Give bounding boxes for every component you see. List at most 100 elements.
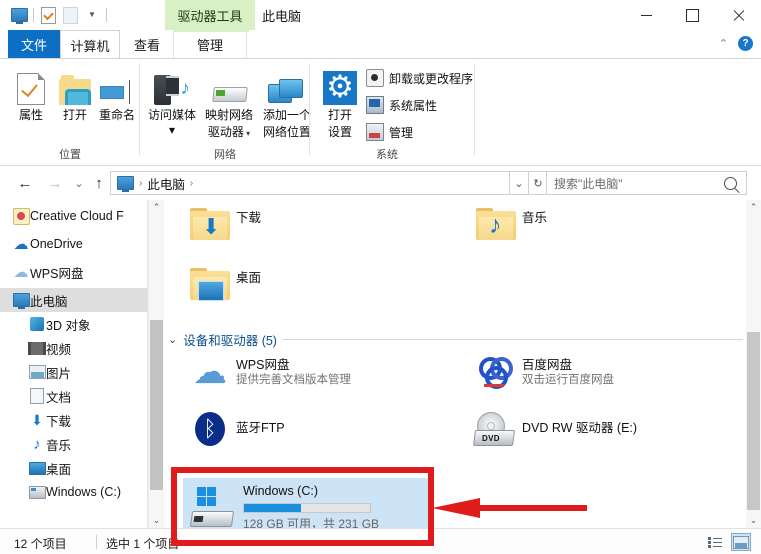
- sidebar-item-pictures[interactable]: 图片: [0, 360, 148, 384]
- scroll-up-icon[interactable]: ⌃: [746, 200, 761, 215]
- scroll-up-icon[interactable]: ⌃: [149, 200, 164, 215]
- file-list-scrollbar[interactable]: ⌃ ⌄: [746, 200, 761, 528]
- ribbon-button-properties[interactable]: 属性: [8, 65, 54, 122]
- chevron-down-icon[interactable]: ▾: [244, 129, 250, 138]
- breadcrumb[interactable]: › 此电脑 ›: [110, 171, 510, 195]
- search-placeholder: 搜索"此电脑": [554, 176, 623, 191]
- list-item[interactable]: 百度网盘 双击运行百度网盘: [470, 355, 614, 389]
- close-button[interactable]: [715, 0, 761, 30]
- item-subtitle: 提供完善文档版本管理: [236, 374, 351, 386]
- pictures-icon: [28, 365, 46, 379]
- this-pc-icon: [12, 293, 30, 309]
- tab-computer[interactable]: 计算机: [60, 30, 120, 59]
- maximize-button[interactable]: [669, 0, 715, 30]
- ribbon: 属性 打开 重命名 位置 ♪ 访问媒体 ▾ 映射网络 驱动器 ▾ 添加一个 网络…: [0, 59, 761, 166]
- sidebar-item-documents[interactable]: 文档: [0, 384, 148, 408]
- search-icon[interactable]: [724, 176, 737, 190]
- chevron-down-icon[interactable]: ▾: [144, 124, 200, 136]
- drive-capacity-bar: [243, 502, 371, 513]
- sidebar-item-creative-cloud[interactable]: Creative Cloud F: [0, 204, 148, 228]
- new-folder-icon[interactable]: [59, 4, 81, 26]
- customize-caret-icon[interactable]: ▼: [81, 4, 103, 26]
- properties-icon[interactable]: [37, 4, 59, 26]
- properties-icon: [8, 65, 54, 105]
- minimize-button[interactable]: [623, 0, 669, 30]
- tab-file[interactable]: 文件: [8, 30, 60, 59]
- divider: [282, 339, 743, 340]
- item-name: Windows (C:): [243, 483, 319, 498]
- music-icon: ♪: [33, 435, 41, 453]
- list-item[interactable]: DVD DVD RW 驱动器 (E:): [464, 412, 637, 446]
- ribbon-group-system: 打开 设置 卸载或更改程序 系统属性 管理 系统: [310, 59, 475, 165]
- sidebar-item-windows-c[interactable]: Windows (C:): [0, 480, 148, 504]
- sidebar-item-music[interactable]: ♪ 音乐: [0, 432, 148, 456]
- list-item[interactable]: ⬇ 下载: [184, 208, 261, 240]
- up-button[interactable]: ↑: [88, 172, 110, 194]
- wps-cloud-icon: ☁: [193, 353, 227, 391]
- baidu-netdisk-icon: [470, 355, 522, 389]
- scrollbar-thumb[interactable]: [747, 332, 760, 510]
- sidebar-item-desktop[interactable]: 桌面: [0, 456, 148, 480]
- ribbon-group-network: ♪ 访问媒体 ▾ 映射网络 驱动器 ▾ 添加一个 网络位置 网络: [140, 59, 311, 165]
- videos-icon: [28, 341, 46, 355]
- ribbon-group-location: 属性 打开 重命名 位置: [0, 59, 140, 165]
- scroll-down-icon[interactable]: ⌄: [149, 513, 164, 528]
- search-input[interactable]: 搜索"此电脑": [546, 171, 747, 195]
- ribbon-button-add-network-location[interactable]: 添加一个 网络位置: [258, 65, 316, 139]
- this-pc-icon: [117, 176, 134, 192]
- access-media-icon: ♪: [144, 65, 200, 105]
- forward-button[interactable]: →: [44, 172, 66, 194]
- address-bar-controls: ⌄ ↻: [510, 171, 548, 195]
- scrollbar-thumb[interactable]: [150, 320, 163, 490]
- sidebar-item-3d-objects[interactable]: 3D 对象: [0, 312, 148, 336]
- group-header-devices-and-drives[interactable]: ⌄ 设备和驱动器 (5): [168, 330, 743, 349]
- item-name: 下载: [236, 211, 262, 225]
- view-mode-buttons: [705, 533, 751, 551]
- bluetooth-icon: ᛒ: [184, 412, 236, 446]
- list-item[interactable]: ♪ 音乐: [470, 208, 547, 240]
- chevron-right-icon[interactable]: ›: [190, 178, 193, 189]
- back-button[interactable]: ←: [14, 172, 36, 194]
- tab-manage[interactable]: 管理: [173, 30, 249, 59]
- ribbon-button-rename[interactable]: 重命名: [92, 65, 142, 122]
- sidebar-item-this-pc[interactable]: 此电脑: [0, 288, 148, 312]
- contextual-tab-label: 驱动器工具: [177, 8, 243, 24]
- navigation-pane-scrollbar[interactable]: ⌃ ⌄: [148, 200, 164, 528]
- tab-view[interactable]: 查看: [121, 30, 173, 59]
- breadcrumb-segment-this-pc[interactable]: 此电脑: [147, 174, 185, 193]
- ribbon-button-map-network-drive[interactable]: 映射网络 驱动器 ▾: [200, 65, 258, 141]
- sidebar-item-onedrive[interactable]: ☁ OneDrive: [0, 232, 148, 256]
- list-item[interactable]: 桌面: [184, 268, 262, 301]
- chevron-down-icon[interactable]: ⌄: [168, 333, 177, 346]
- item-name: 桌面: [236, 271, 262, 285]
- item-name: WPS网盘: [236, 358, 290, 372]
- list-item[interactable]: ☁ WPS网盘 提供完善文档版本管理: [184, 355, 351, 389]
- details-view-icon[interactable]: [705, 533, 725, 551]
- recent-locations-button[interactable]: ⌄: [68, 172, 90, 194]
- system-properties-icon: [366, 96, 384, 114]
- sidebar-item-downloads[interactable]: ⬇ 下载: [0, 408, 148, 432]
- this-pc-icon[interactable]: [8, 4, 30, 26]
- ribbon-button-system-properties[interactable]: 系统属性: [366, 96, 437, 114]
- ribbon-group-label: 网络: [214, 149, 236, 161]
- scroll-down-icon[interactable]: ⌄: [746, 513, 761, 528]
- chevron-right-icon[interactable]: ›: [139, 178, 142, 189]
- manage-icon: [366, 123, 384, 141]
- ribbon-button-uninstall-program[interactable]: 卸载或更改程序: [366, 69, 473, 87]
- item-name: 百度网盘: [522, 358, 573, 372]
- large-icons-view-icon[interactable]: [731, 533, 751, 551]
- address-dropdown-button[interactable]: ⌄: [510, 171, 529, 195]
- ribbon-button-access-media[interactable]: ♪ 访问媒体 ▾: [144, 65, 200, 136]
- music-folder-icon: ♪: [470, 208, 522, 240]
- item-count-label: 12 个项目: [14, 537, 67, 551]
- status-bar: 12 个项目 选中 1 个项目: [0, 528, 761, 554]
- sidebar-item-videos[interactable]: 视频: [0, 336, 148, 360]
- desktop-icon: [28, 461, 46, 475]
- ribbon-button-open-settings[interactable]: 打开 设置: [318, 65, 362, 139]
- help-icon[interactable]: ?: [738, 36, 753, 51]
- contextual-tab-drive-tools[interactable]: 驱动器工具: [165, 0, 255, 30]
- collapse-ribbon-icon[interactable]: ⌃: [719, 37, 728, 50]
- ribbon-button-manage[interactable]: 管理: [366, 123, 413, 141]
- sidebar-item-wps-cloud[interactable]: ☁ WPS网盘: [0, 260, 148, 284]
- list-item[interactable]: ᛒ 蓝牙FTP: [184, 412, 285, 446]
